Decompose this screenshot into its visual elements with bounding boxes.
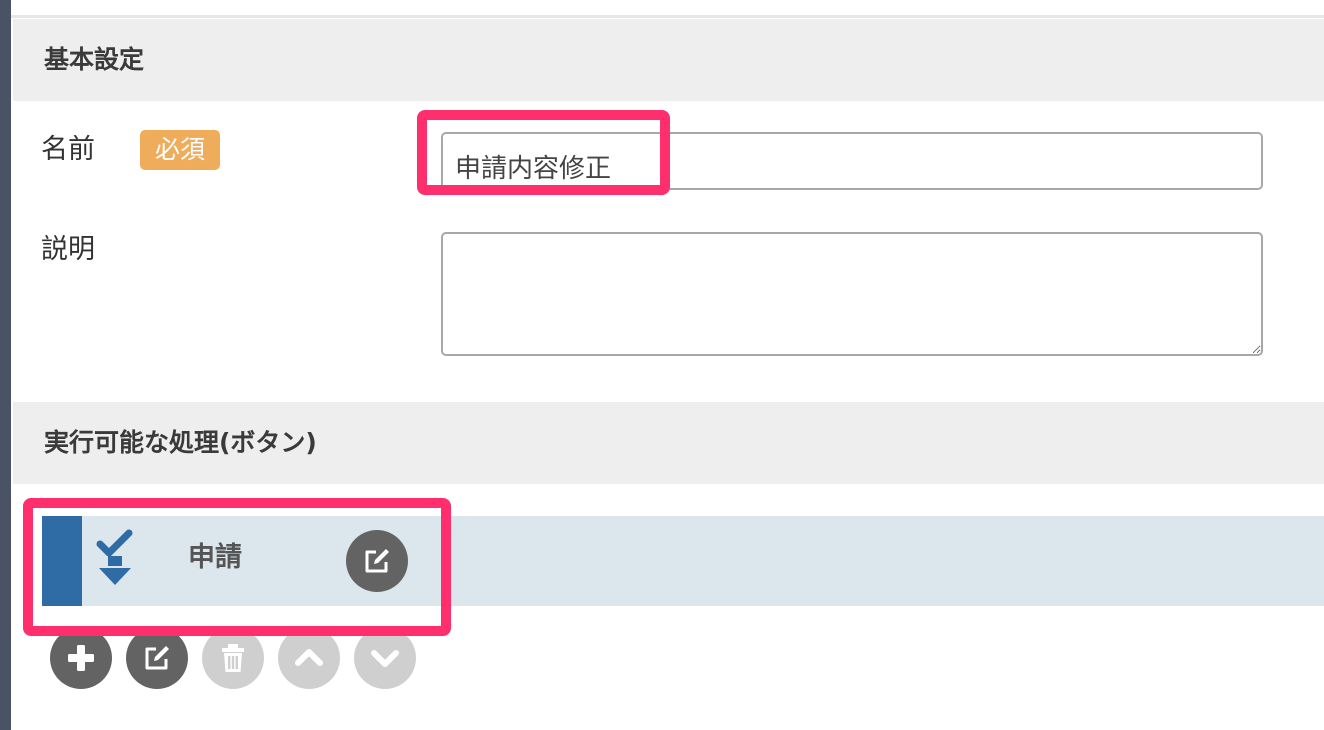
move-up-button[interactable] [278, 627, 340, 689]
basic-settings-title: 基本設定 [44, 45, 145, 74]
basic-settings-header: 基本設定 [13, 19, 1324, 101]
edit-icon [365, 549, 389, 573]
description-label: 説明 [41, 234, 95, 265]
move-down-button[interactable] [354, 627, 416, 689]
add-button[interactable] [50, 627, 112, 689]
actions-header: 実行可能な処理(ボタン) [13, 402, 1324, 484]
trash-icon [222, 644, 244, 672]
delete-button[interactable] [202, 627, 264, 689]
action-item-apply[interactable]: 申請 [42, 516, 1324, 606]
chevron-up-icon [295, 649, 323, 666]
chevron-down-icon [371, 650, 399, 667]
edit-icon [145, 646, 169, 670]
name-label: 名前 [41, 134, 95, 165]
required-badge: 必須 [140, 130, 220, 170]
actions-title: 実行可能な処理(ボタン) [44, 428, 317, 457]
description-textarea[interactable] [441, 232, 1263, 356]
left-sidebar-edge [0, 0, 11, 730]
action-color-bar [42, 516, 82, 606]
plus-icon [68, 645, 94, 671]
check-arrow-down-icon [96, 529, 133, 585]
edit-button[interactable] [126, 627, 188, 689]
form-page: 基本設定 名前 必須 説明 実行可能な処理(ボタン) 申請 [0, 0, 1324, 730]
action-item-label: 申請 [188, 542, 242, 573]
name-input[interactable] [441, 132, 1263, 190]
top-divider [11, 15, 1324, 18]
action-item-edit-button[interactable] [346, 530, 408, 592]
